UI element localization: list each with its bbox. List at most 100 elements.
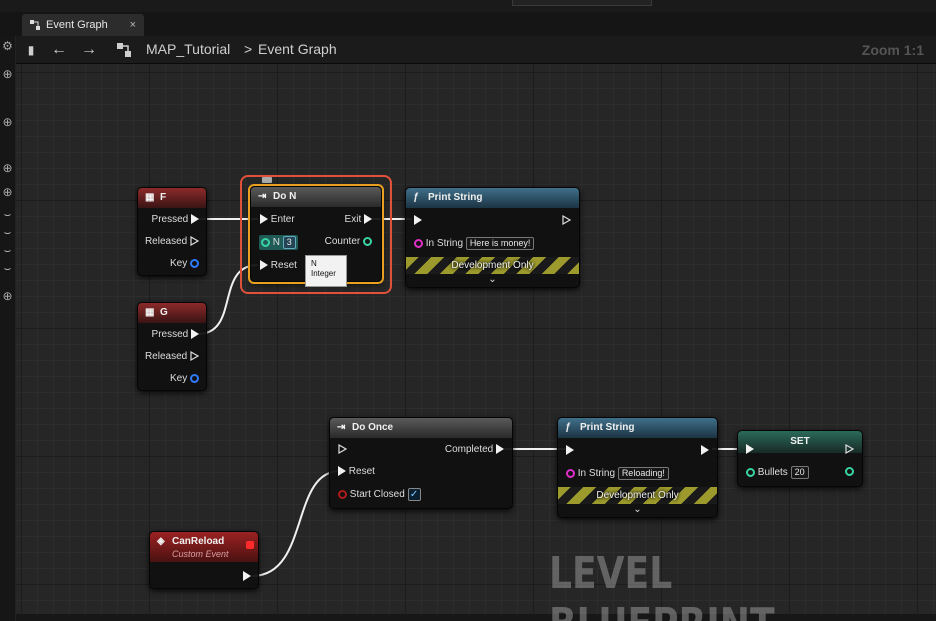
pin-pressed[interactable]: Pressed: [152, 329, 199, 341]
node-title: Print String: [428, 192, 483, 203]
pin-exec-in[interactable]: [746, 444, 754, 456]
pin-reset[interactable]: Reset: [338, 466, 375, 478]
add-icon[interactable]: ⊕: [1, 68, 14, 81]
graph-icon: [30, 20, 40, 30]
keyboard-key-icon: ▦: [145, 192, 155, 203]
development-only-bar: Development Only: [406, 257, 579, 274]
exec-pin-icon: [746, 444, 754, 455]
pin-pressed[interactable]: Pressed: [152, 214, 199, 226]
pin-in-string[interactable]: In String Here is money!: [414, 237, 535, 250]
pin-label: Pressed: [151, 214, 189, 225]
integer-pin-icon: [845, 466, 854, 476]
pin-label: In String: [577, 468, 616, 480]
pin-tooltip: N Integer: [305, 255, 347, 287]
pin-label: Key: [169, 373, 188, 384]
chevron-down-icon[interactable]: ⌄: [406, 274, 579, 285]
back-arrow-icon[interactable]: ←: [48, 40, 70, 60]
add-icon[interactable]: ⊕: [1, 116, 14, 129]
node-title: Do Once: [352, 422, 394, 433]
print-string-node[interactable]: ƒ Print String In String Here is money! …: [405, 187, 580, 288]
pin-completed[interactable]: Completed: [445, 444, 504, 456]
pin-exec-out[interactable]: [562, 215, 571, 227]
pin-exec-in[interactable]: [338, 444, 347, 456]
add-icon[interactable]: ⊕: [1, 162, 14, 175]
pin-bullets[interactable]: Bullets 20: [746, 466, 809, 479]
node-header: SET: [738, 431, 862, 453]
pin-released[interactable]: Released: [145, 351, 199, 363]
toolbar-dropdown[interactable]: [512, 0, 652, 6]
node-subtitle: Custom Event: [172, 549, 229, 559]
keyboard-event-f[interactable]: ▦ F Pressed Released Key: [137, 187, 207, 276]
print-string-node[interactable]: ƒ Print String In String Reloading! Deve…: [557, 417, 718, 518]
pin-exec-in[interactable]: [414, 215, 422, 227]
gear-icon[interactable]: ⚙: [1, 40, 14, 53]
tooltip-type: Integer: [311, 269, 336, 278]
flow-control-icon: ⇥: [337, 422, 346, 433]
string-pin-icon: [414, 239, 423, 248]
exec-pin-icon: [190, 351, 199, 362]
pin-released[interactable]: Released: [145, 236, 199, 248]
pin-label: Completed: [444, 444, 494, 455]
breadcrumb-map[interactable]: MAP_Tutorial: [146, 41, 230, 57]
exec-pin-icon: [414, 215, 422, 226]
pin-key[interactable]: Key: [170, 373, 199, 385]
pin-bullets-out[interactable]: [845, 466, 854, 478]
dev-label: Development Only: [596, 490, 679, 501]
node-header: ƒ Print String: [558, 418, 717, 438]
pin-in-string[interactable]: In String Reloading!: [566, 467, 669, 480]
struct-pin-icon: [190, 258, 199, 268]
do-once-node[interactable]: ⇥ Do Once Completed Reset Start Closed ✓: [329, 417, 513, 509]
add-icon[interactable]: ⊕: [1, 186, 14, 199]
start-closed-checkbox[interactable]: ✓: [407, 488, 421, 501]
custom-event-canreload[interactable]: ◈ CanReload Custom Event: [149, 531, 259, 589]
collapse-icon[interactable]: ⌣: [1, 208, 14, 221]
set-variable-node[interactable]: SET Bullets 20: [737, 430, 863, 487]
collapse-icon[interactable]: ⌣: [1, 226, 14, 239]
exec-pin-icon: [191, 214, 199, 225]
exec-pin-icon: [190, 236, 199, 247]
breadcrumb-graph[interactable]: Event Graph: [258, 41, 337, 57]
pin-label: Pressed: [151, 329, 189, 340]
tab-event-graph[interactable]: Event Graph ×: [22, 14, 144, 36]
node-title: F: [160, 192, 167, 203]
function-icon: ƒ: [413, 192, 419, 203]
pin-label: Released: [144, 351, 188, 362]
add-icon[interactable]: ⊕: [1, 290, 14, 303]
function-icon: ƒ: [565, 422, 571, 433]
chevron-down-icon[interactable]: ⌄: [558, 504, 717, 515]
node-title: CanReload: [172, 536, 225, 547]
pin-label: Reset: [348, 466, 375, 477]
pin-exec-out[interactable]: [701, 445, 709, 457]
exec-pin-icon: [566, 445, 574, 456]
node-header: ◈ CanReload Custom Event: [150, 532, 258, 562]
in-string-input[interactable]: Here is money!: [465, 237, 535, 250]
exec-pin-icon: [243, 571, 251, 582]
comment-bubble-icon[interactable]: [262, 177, 272, 183]
integer-pin-icon: [746, 468, 755, 477]
keyboard-event-g[interactable]: ▦ G Pressed Released Key: [137, 302, 207, 391]
pin-exec-out[interactable]: [845, 444, 854, 456]
keyboard-key-icon: ▦: [145, 307, 155, 318]
forward-arrow-icon[interactable]: →: [78, 40, 100, 60]
graph-navigation-bar: ▮ ← → MAP_Tutorial > Event Graph Zoom 1:…: [16, 36, 936, 64]
node-header: ⇥ Do Once: [330, 418, 512, 438]
pin-key[interactable]: Key: [170, 258, 199, 270]
close-icon[interactable]: ×: [130, 14, 136, 36]
pin-label: In String: [425, 238, 464, 250]
event-icon: ◈: [157, 536, 165, 547]
node-header: ▦ F: [138, 188, 206, 208]
breadcrumb-separator: >: [244, 41, 253, 57]
in-string-input[interactable]: Reloading!: [617, 467, 669, 480]
pin-label: Start Closed: [349, 489, 405, 501]
pin-exec-out[interactable]: [243, 571, 251, 583]
bullets-value-input[interactable]: 20: [790, 466, 809, 479]
collapse-icon[interactable]: ⌣: [1, 244, 14, 257]
pin-exec-in[interactable]: [566, 445, 574, 457]
pin-label: Released: [144, 236, 188, 247]
node-title: SET: [790, 436, 810, 447]
home-icon[interactable]: ▮: [20, 40, 42, 60]
delegate-pin-icon[interactable]: [246, 541, 254, 549]
pin-start-closed[interactable]: Start Closed ✓: [338, 488, 421, 501]
collapse-icon[interactable]: ⌣: [1, 262, 14, 275]
bool-pin-icon: [338, 490, 347, 499]
